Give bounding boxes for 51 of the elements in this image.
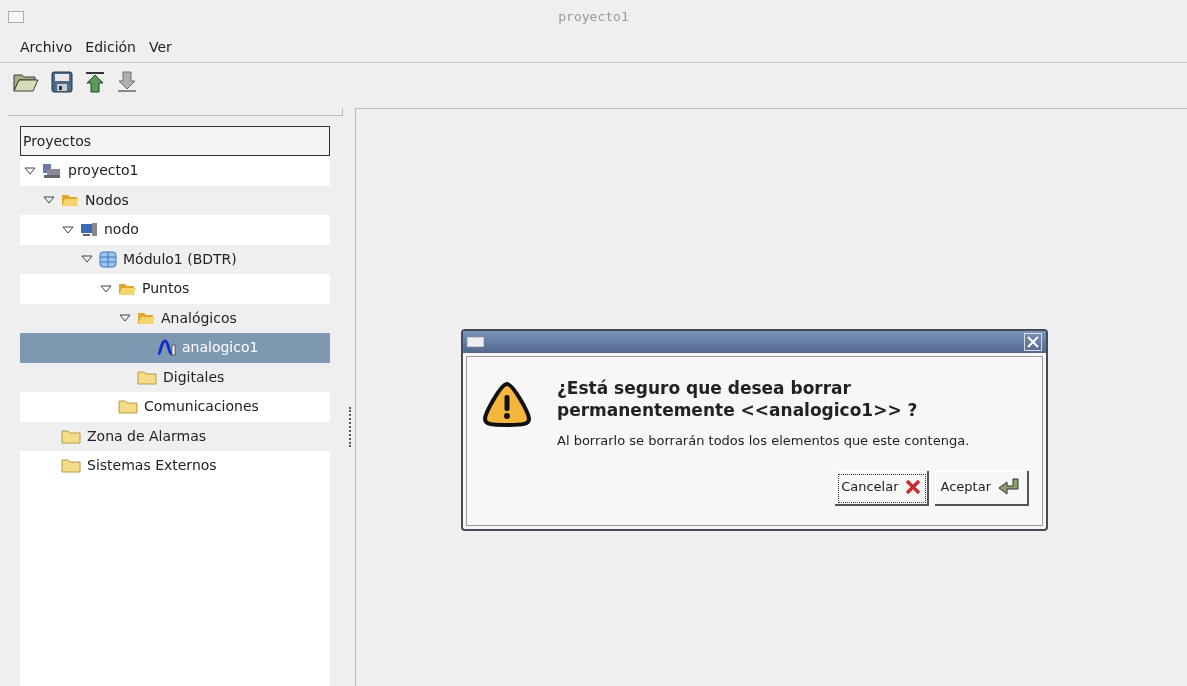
open-folder-icon	[137, 311, 155, 326]
folder-icon	[118, 399, 138, 415]
window-title: proyecto1	[558, 7, 629, 26]
folder-icon	[61, 458, 81, 474]
expanded-triangle-icon[interactable]	[81, 254, 93, 265]
wave-icon	[156, 339, 176, 357]
cross-icon	[904, 479, 921, 495]
accept-button[interactable]: Aceptar	[934, 470, 1029, 506]
cancel-button[interactable]: Cancelar	[835, 470, 929, 506]
open-folder-icon	[61, 193, 79, 208]
tree-label: Sistemas Externos	[87, 456, 217, 476]
tree-label: Zona de Alarmas	[87, 426, 207, 446]
tree-label: analogico1	[182, 338, 259, 358]
computers-icon	[42, 162, 62, 179]
tree-row[interactable]: Módulo1 (BDTR)	[20, 244, 330, 274]
expanded-triangle-icon[interactable]	[62, 224, 74, 235]
tree-label: proyecto1	[68, 161, 139, 181]
expanded-triangle-icon[interactable]	[43, 195, 55, 206]
expanded-triangle-icon[interactable]	[119, 313, 131, 324]
tree-label: Puntos	[142, 279, 190, 299]
warning-icon	[482, 381, 532, 427]
folder-icon[interactable]	[13, 71, 39, 93]
tree-label: Módulo1 (BDTR)	[123, 249, 237, 269]
tree-label: Nodos	[85, 190, 129, 210]
tree-row[interactable]: Analógicos	[20, 303, 330, 333]
tree-row[interactable]: Nodos	[20, 185, 330, 215]
menu-item[interactable]: Ver	[149, 37, 172, 58]
tree-label: Digitales	[163, 367, 225, 387]
tree-row[interactable]: Zona de Alarmas	[20, 421, 330, 451]
expanded-triangle-icon[interactable]	[100, 283, 112, 294]
column-header[interactable]: Proyectos	[20, 126, 330, 156]
computer-icon	[80, 222, 98, 238]
dialog-message: Al borrarlo se borrarán todos los elementos que este contenga.	[557, 432, 971, 450]
menu-item[interactable]: Archivo	[20, 37, 73, 58]
tree-label: nodo	[104, 220, 139, 240]
database-icon	[99, 250, 117, 268]
open-folder-icon	[118, 281, 136, 296]
return-arrow-icon	[997, 477, 1021, 497]
tree-label: Analógicos	[161, 308, 237, 328]
folder-icon	[61, 428, 81, 444]
menu-item[interactable]: Edición	[85, 37, 136, 58]
upload-arrow-icon[interactable]	[85, 71, 105, 93]
tree-label: Comunicaciones	[144, 397, 259, 417]
tree-row[interactable]: Digitales	[20, 362, 330, 392]
expanded-triangle-icon[interactable]	[24, 165, 36, 176]
close-button[interactable]	[1024, 333, 1042, 351]
splitter-handle[interactable]	[349, 407, 351, 447]
dialog-question: ¿Está seguro que desea borrar permanentemente <<analogico1>> ?	[557, 377, 919, 421]
close-icon	[1027, 336, 1039, 348]
folder-icon	[137, 369, 157, 385]
download-arrow-icon[interactable]	[117, 71, 137, 93]
